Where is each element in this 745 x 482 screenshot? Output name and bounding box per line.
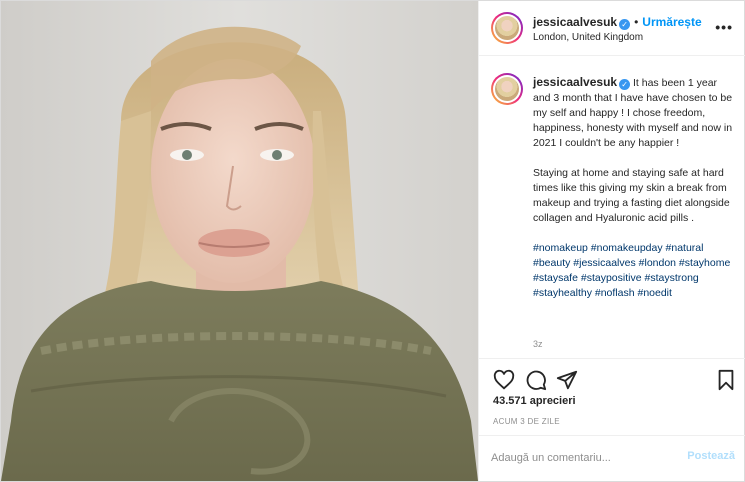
comment-input[interactable] bbox=[491, 449, 671, 467]
post-photo-image bbox=[1, 1, 478, 481]
caption-avatar[interactable] bbox=[491, 73, 523, 105]
heart-icon[interactable] bbox=[493, 369, 515, 391]
share-icon[interactable] bbox=[556, 369, 578, 391]
separator-dot: • bbox=[634, 15, 639, 29]
instagram-post: jessicaalvesuk ✓ • Urmărește London, United… bbox=[0, 0, 745, 482]
caption-section: jessicaalvesuk ✓ It has been 1 year and 3… bbox=[479, 57, 745, 359]
post-photo[interactable] bbox=[1, 1, 478, 481]
username-link[interactable]: jessicaalvesuk bbox=[533, 15, 617, 29]
verified-badge-icon: ✓ bbox=[619, 79, 631, 90]
caption-hashtags[interactable]: #nomakeup #nomakeupday #natural #beauty … bbox=[533, 241, 733, 301]
more-options-icon[interactable]: ••• bbox=[715, 19, 733, 35]
caption-paragraph-2: Staying at home and staying safe at hard… bbox=[533, 167, 730, 224]
post-comment-button[interactable]: Postează bbox=[687, 450, 735, 462]
caption-username-link[interactable]: jessicaalvesuk bbox=[533, 75, 617, 89]
comment-bar: Postează bbox=[479, 435, 745, 481]
header-name-row: jessicaalvesuk ✓ • Urmărește bbox=[533, 15, 702, 30]
caption-text: jessicaalvesuk ✓ It has been 1 year and 3… bbox=[533, 75, 733, 316]
bookmark-icon[interactable] bbox=[715, 369, 737, 391]
avatar-image bbox=[495, 16, 519, 40]
post-header: jessicaalvesuk ✓ • Urmărește London, United… bbox=[479, 1, 745, 56]
likes-count[interactable]: 43.571 aprecieri bbox=[493, 395, 576, 407]
caption-age: 3z bbox=[533, 339, 543, 349]
verified-badge-icon: ✓ bbox=[619, 19, 631, 30]
follow-button[interactable]: Urmărește bbox=[642, 15, 701, 29]
action-bar bbox=[479, 361, 745, 395]
location-link[interactable]: London, United Kingdom bbox=[533, 32, 643, 43]
avatar[interactable] bbox=[491, 12, 523, 44]
post-timestamp: ACUM 3 DE ZILE bbox=[493, 417, 560, 426]
avatar-image bbox=[495, 77, 519, 101]
post-side-panel: jessicaalvesuk ✓ • Urmărește London, United… bbox=[478, 1, 745, 481]
comment-icon[interactable] bbox=[525, 369, 547, 391]
